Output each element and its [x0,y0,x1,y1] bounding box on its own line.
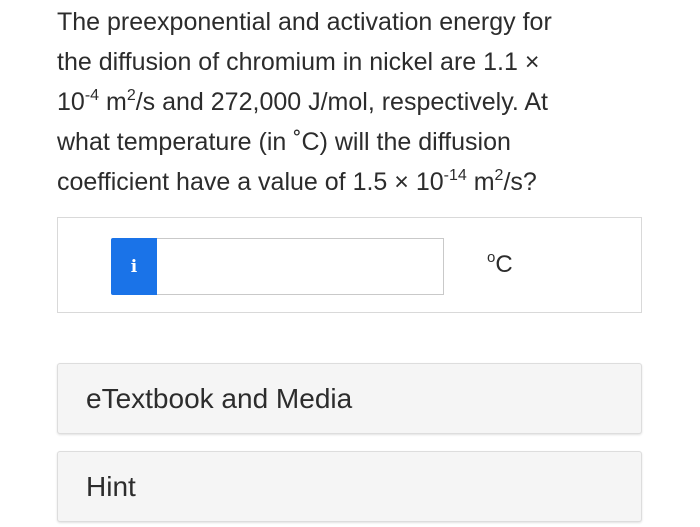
question-line-1: The preexponential and activation energy… [57,8,552,36]
question-line-3-base: 10 [57,88,85,116]
etextbook-media-label: eTextbook and Media [86,382,353,414]
question-line-5-unit: m [466,168,495,196]
answer-box: i oC [57,217,642,313]
question-line-2: the diffusion of chromium in nickel are … [57,48,540,76]
question-line-4: what temperature (in ˚C) will the diffus… [57,128,511,156]
question-line-3-unit-exponent: 2 [126,86,136,104]
hint-button[interactable]: Hint [57,451,642,522]
info-icon[interactable]: i [111,238,157,295]
info-icon-label: i [130,256,138,277]
unit-label: oC [487,249,513,279]
question-line-3-exponent: -4 [84,86,100,104]
question-line-5-rest: /s? [503,168,537,196]
question-line-5-pre: coefficient have a value of 1.5 × 10 [57,168,444,196]
question-line-3-unit: m [99,88,127,116]
answer-input[interactable] [157,238,444,295]
question-line-3-rest: /s and 272,000 J/mol, respectively. At [135,88,548,116]
question-line-5-unit-exponent: 2 [494,166,504,184]
question-text: The preexponential and activation energy… [57,2,657,202]
question-line-5-exponent: -14 [443,166,467,184]
etextbook-media-button[interactable]: eTextbook and Media [57,363,642,434]
unit-celsius: C [495,251,513,278]
unit-degree: o [487,249,496,266]
hint-label: Hint [86,470,136,502]
